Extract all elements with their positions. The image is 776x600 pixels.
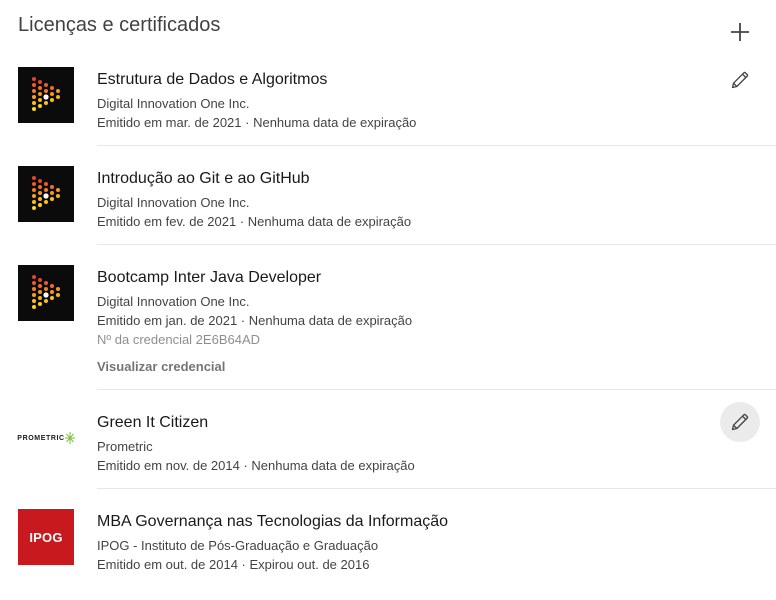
divider: [97, 145, 776, 146]
license-issued: Emitido em nov. de 2014 · Nenhuma data d…: [97, 458, 415, 473]
divider: [97, 389, 776, 390]
license-issuer: Digital Innovation One Inc.: [97, 294, 250, 309]
dio-logo-icon: [32, 275, 60, 309]
edit-license-button[interactable]: [720, 402, 760, 442]
prometric-star-icon: [64, 432, 75, 444]
license-title[interactable]: Estrutura de Dados e Algoritmos: [97, 70, 416, 90]
prometric-wordmark: PROMETRIC: [17, 434, 65, 442]
license-issued: Emitido em out. de 2014 · Expirou out. d…: [97, 557, 370, 572]
license-title[interactable]: Bootcamp Inter Java Developer: [97, 268, 412, 288]
license-issuer: Digital Innovation One Inc.: [97, 96, 250, 111]
edit-license-button[interactable]: [720, 60, 760, 100]
dio-logo-icon: [32, 77, 60, 111]
license-title[interactable]: Introdução ao Git e ao GitHub: [97, 169, 411, 189]
license-issuer: IPOG - Instituto de Pós-Graduação e Grad…: [97, 538, 379, 553]
add-license-button[interactable]: [724, 16, 756, 48]
divider: [97, 244, 776, 245]
license-issued: Emitido em mar. de 2021 · Nenhuma data d…: [97, 115, 417, 130]
dio-logo: [18, 67, 74, 123]
section-title: Licenças e certificados: [18, 14, 221, 36]
credential-id: Nº da credencial 2E6B64AD: [97, 332, 261, 347]
license-issued: Emitido em jan. de 2021 · Nenhuma data d…: [97, 313, 413, 328]
license-issuer: Digital Innovation One Inc.: [97, 195, 250, 210]
license-issuer: Prometric: [97, 439, 153, 454]
view-credential-link[interactable]: Visualizar credencial: [97, 357, 412, 376]
pencil-icon: [731, 413, 749, 431]
license-title[interactable]: MBA Governança nas Tecnologias da Inform…: [97, 512, 448, 532]
pencil-icon: [731, 71, 749, 89]
dio-logo: [18, 265, 74, 321]
divider: [97, 488, 776, 489]
license-issued: Emitido em fev. de 2021 · Nenhuma data d…: [97, 214, 412, 229]
plus-icon: [731, 23, 749, 41]
ipog-logo: IPOG: [18, 509, 74, 565]
dio-logo-icon: [32, 176, 60, 210]
prometric-logo: PROMETRIC: [17, 410, 75, 466]
dio-logo: [18, 166, 74, 222]
license-title[interactable]: Green It Citizen: [97, 413, 415, 433]
